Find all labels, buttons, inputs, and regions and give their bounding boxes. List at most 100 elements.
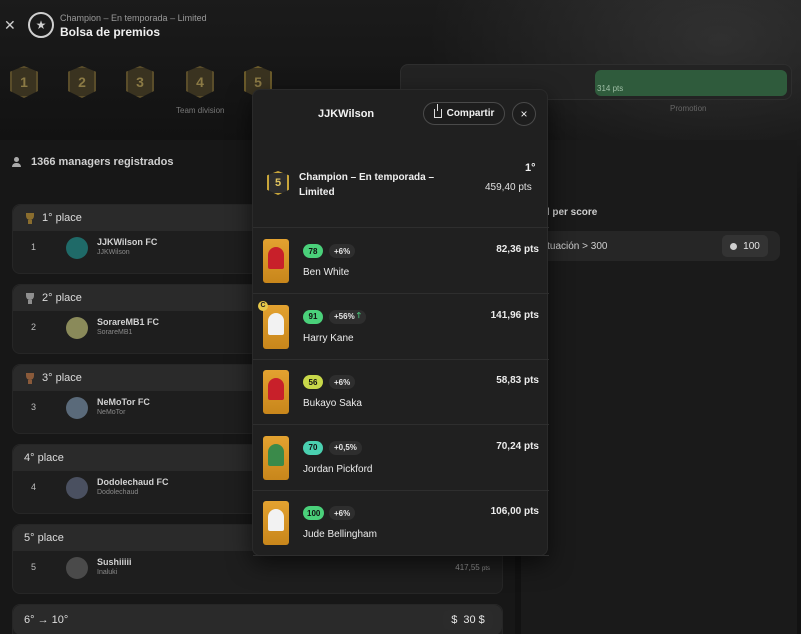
division-5-icon: 5 bbox=[267, 171, 289, 195]
avatar bbox=[66, 477, 88, 499]
team-name: Sushiiiii bbox=[97, 557, 132, 567]
division-2-badge[interactable]: 2 bbox=[68, 66, 96, 98]
division-label: Team division bbox=[176, 106, 225, 115]
player-row[interactable]: 100 +6% Jude Bellingham 106,00 pts bbox=[253, 491, 549, 556]
modal-username: JJKWilson bbox=[318, 108, 375, 120]
player-name: Jordan Pickford bbox=[303, 463, 373, 475]
arrow-up-icon: 🡑 bbox=[356, 310, 361, 320]
place-label: 5° place bbox=[24, 532, 64, 544]
player-bonus-value: +6% bbox=[334, 377, 351, 387]
player-row[interactable]: 78 +6% Ben White 82,36 pts bbox=[253, 229, 549, 294]
player-card[interactable] bbox=[263, 435, 289, 480]
row-points-unit: pts bbox=[481, 566, 490, 572]
row-rank: 5 bbox=[31, 562, 37, 572]
lineup-modal: JJKWilson Compartir × 5 Champion – En te… bbox=[252, 89, 549, 556]
avatar bbox=[66, 237, 88, 259]
place-label: 2° place bbox=[42, 292, 82, 304]
player-card[interactable] bbox=[263, 239, 289, 283]
row-rank: 3 bbox=[31, 402, 37, 412]
modal-close-button[interactable]: × bbox=[512, 102, 536, 126]
users-icon bbox=[12, 157, 25, 167]
player-row[interactable]: 70 +0,5% Jordan Pickford 70,24 pts bbox=[253, 426, 549, 491]
place-row[interactable]: 5 Sushiiiii Inaluki 417,55 pts bbox=[13, 551, 502, 585]
row-points-value: 417,55 bbox=[455, 563, 480, 572]
team-name: SorareMB1 FC bbox=[97, 317, 160, 327]
place-label: 1° place bbox=[42, 212, 82, 224]
competition-subtitle: Champion – En temporada – Limited bbox=[60, 13, 207, 23]
player-points: 106,00 pts bbox=[490, 506, 539, 517]
reward-score-value: 100 bbox=[722, 235, 768, 257]
player-name: Bukayo Saka bbox=[303, 398, 362, 409]
promotion-label: Promotion bbox=[670, 104, 707, 113]
range-card[interactable]: 6° → 10° bbox=[12, 604, 503, 634]
player-bonus: +6% bbox=[329, 506, 356, 520]
player-bonus: +56% 🡑 bbox=[329, 309, 366, 324]
player-score: 56 bbox=[303, 375, 323, 389]
team-name: JJKWilson FC bbox=[97, 237, 158, 247]
player-name: Jude Bellingham bbox=[303, 529, 377, 540]
promotion-points: 314 pts bbox=[597, 84, 624, 93]
player-photo bbox=[268, 312, 284, 335]
place-label: 4° place bbox=[24, 452, 64, 464]
avatar bbox=[66, 317, 88, 339]
registered-managers: 1366 managers registrados bbox=[12, 156, 173, 168]
player-photo bbox=[268, 443, 284, 466]
manager-name: JJKWilson bbox=[97, 249, 130, 256]
row-rank: 4 bbox=[31, 482, 37, 492]
player-bonus-value: +0,5% bbox=[334, 443, 357, 452]
division-1-badge[interactable]: 1 bbox=[10, 66, 38, 98]
trophy-icon bbox=[24, 212, 36, 224]
player-row[interactable]: C 91 +56% 🡑 Harry Kane 141,96 pts bbox=[253, 295, 549, 360]
trophy-icon bbox=[24, 372, 36, 384]
team-name: Dodolechaud FC bbox=[97, 477, 169, 487]
division-4-badge[interactable]: 4 bbox=[186, 66, 214, 98]
player-score: 78 bbox=[303, 244, 323, 258]
player-card[interactable] bbox=[263, 370, 289, 414]
share-icon bbox=[433, 104, 442, 118]
range-prize-value: 30 $ bbox=[463, 614, 485, 626]
player-card[interactable] bbox=[263, 501, 289, 545]
reward-score-amount: 100 bbox=[743, 240, 760, 252]
top-bar: ✕ ★ Champion – En temporada – Limited Bo… bbox=[0, 0, 801, 50]
page-title: Bolsa de premios bbox=[60, 25, 161, 39]
lineup-summary: 5 Champion – En temporada – Limited 1° 4… bbox=[253, 140, 549, 228]
player-score: 91 bbox=[303, 309, 323, 324]
share-button-label: Compartir bbox=[446, 108, 495, 119]
player-score: 100 bbox=[303, 506, 325, 520]
row-points: 417,55 pts bbox=[455, 563, 490, 572]
range-prize: $ 30 $ bbox=[443, 610, 493, 630]
player-bonus-value: +56% bbox=[334, 312, 355, 321]
player-card[interactable] bbox=[263, 304, 289, 349]
registered-managers-label: 1366 managers registrados bbox=[31, 156, 174, 168]
range-label: 6° → 10° bbox=[24, 614, 69, 626]
player-name: Harry Kane bbox=[303, 332, 354, 344]
captain-badge: C bbox=[258, 300, 268, 311]
player-points: 70,24 pts bbox=[496, 440, 539, 452]
competition-logo-icon: ★ bbox=[28, 12, 54, 38]
total-points: 459,40 pts bbox=[485, 182, 532, 193]
range-header: 6° → 10° bbox=[13, 605, 502, 634]
row-rank: 2 bbox=[31, 322, 37, 332]
trophy-icon bbox=[24, 292, 36, 304]
manager-name: Inaluki bbox=[97, 569, 118, 576]
player-bonus: +6% bbox=[329, 375, 356, 389]
player-row[interactable]: 56 +6% Bukayo Saka 58,83 pts bbox=[253, 360, 549, 425]
division-selector: 1 2 3 4 5 Team division bbox=[8, 66, 288, 116]
player-points: 58,83 pts bbox=[496, 375, 539, 386]
share-button[interactable]: Compartir bbox=[423, 102, 505, 125]
player-photo bbox=[268, 509, 284, 531]
coin-icon bbox=[730, 242, 738, 250]
final-rank: 1° bbox=[525, 162, 536, 174]
player-photo bbox=[268, 378, 284, 400]
team-name: NeMoTor FC bbox=[97, 397, 150, 407]
division-3-badge[interactable]: 3 bbox=[126, 66, 154, 98]
manager-name: NeMoTor bbox=[97, 409, 126, 416]
manager-name: SorareMB1 bbox=[97, 329, 133, 336]
place-label: 3° place bbox=[42, 372, 82, 384]
avatar bbox=[66, 397, 88, 419]
row-rank: 1 bbox=[31, 242, 37, 252]
player-photo bbox=[268, 247, 284, 269]
player-name: Ben White bbox=[303, 267, 350, 278]
close-icon[interactable]: ✕ bbox=[4, 17, 16, 34]
player-bonus: +6% bbox=[329, 244, 356, 258]
